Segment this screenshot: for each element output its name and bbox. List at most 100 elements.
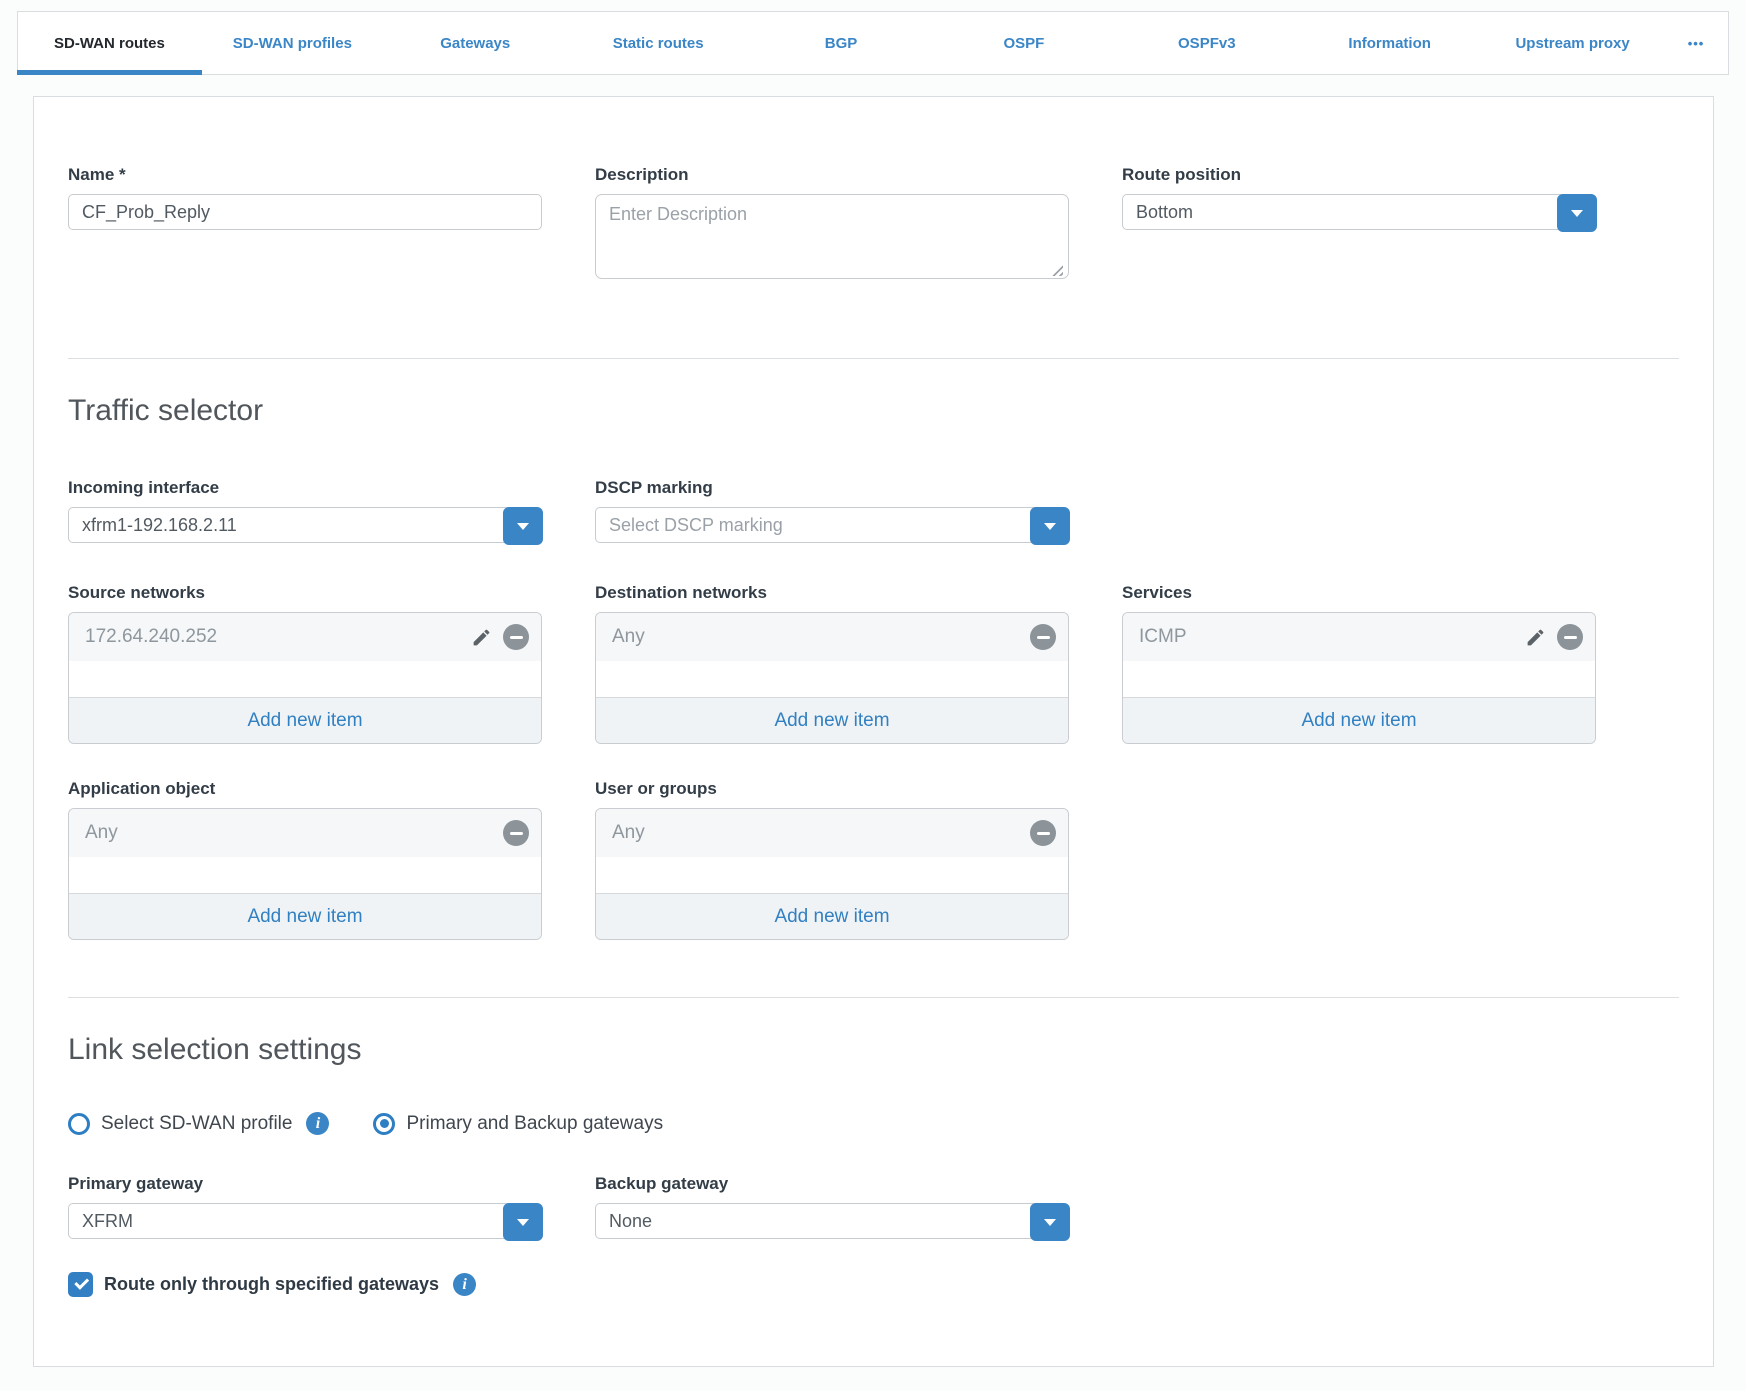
add-new-item-button[interactable]: Add new item (69, 893, 541, 939)
route-only-checkbox[interactable] (68, 1272, 93, 1297)
tab-ospfv3[interactable]: OSPFv3 (1115, 12, 1298, 74)
section-divider (68, 358, 1679, 359)
source-networks-group: Source networks 172.64.240.252 Add new i… (68, 583, 542, 744)
user-or-groups-label: User or groups (595, 779, 1069, 799)
remove-minus-icon[interactable] (1030, 820, 1056, 846)
radio-select-sdwan-profile[interactable] (68, 1113, 90, 1135)
remove-minus-icon[interactable] (1557, 624, 1583, 650)
info-icon[interactable]: i (453, 1273, 476, 1296)
tab-gateways[interactable]: Gateways (384, 12, 567, 74)
application-object-list: Any Add new item (68, 808, 542, 940)
more-tabs-icon[interactable]: ••• (1664, 12, 1728, 74)
name-input[interactable] (68, 194, 542, 230)
list-item-text: ICMP (1139, 626, 1187, 648)
dropdown-arrow-button[interactable] (1030, 507, 1070, 545)
backup-gateway-group: Backup gateway None (595, 1174, 1069, 1239)
general-fields-row: Name * Description Route position Bottom (68, 165, 1679, 284)
tab-sdwan-profiles[interactable]: SD-WAN profiles (201, 12, 384, 74)
destination-networks-list: Any Add new item (595, 612, 1069, 744)
incoming-interface-dropdown[interactable]: xfrm1-192.168.2.11 (68, 507, 542, 543)
services-label: Services (1122, 583, 1596, 603)
list-item-text: 172.64.240.252 (85, 626, 217, 648)
route-position-label: Route position (1122, 165, 1596, 185)
list-empty-space (596, 857, 1068, 893)
add-new-item-button[interactable]: Add new item (596, 697, 1068, 743)
remove-minus-icon[interactable] (503, 820, 529, 846)
list-empty-space (1123, 661, 1595, 697)
radio-primary-backup-gateways[interactable] (373, 1113, 395, 1135)
dscp-marking-dropdown[interactable]: Select DSCP marking (595, 507, 1069, 543)
user-or-groups-group: User or groups Any Add new item (595, 779, 1069, 940)
radio-primary-backup-gateways-label[interactable]: Primary and Backup gateways (406, 1113, 663, 1135)
backup-gateway-dropdown[interactable]: None (595, 1203, 1069, 1239)
application-row: Application object Any Add new item User… (68, 779, 1679, 940)
chevron-down-icon (1571, 210, 1583, 217)
incoming-interface-label: Incoming interface (68, 478, 542, 498)
tab-upstream-proxy[interactable]: Upstream proxy (1481, 12, 1664, 74)
section-divider (68, 997, 1679, 998)
list-empty-space (69, 661, 541, 697)
route-position-value: Bottom (1136, 202, 1193, 223)
list-empty-space (69, 857, 541, 893)
backup-gateway-label: Backup gateway (595, 1174, 1069, 1194)
route-only-label[interactable]: Route only through specified gateways (104, 1274, 439, 1295)
description-textarea[interactable] (595, 194, 1069, 279)
destination-networks-label: Destination networks (595, 583, 1069, 603)
dscp-marking-label: DSCP marking (595, 478, 1069, 498)
primary-gateway-label: Primary gateway (68, 1174, 542, 1194)
remove-minus-icon[interactable] (1030, 624, 1056, 650)
edit-pencil-icon[interactable] (471, 627, 492, 648)
gateways-row: Primary gateway XFRM Backup gateway None (68, 1174, 1679, 1239)
description-label: Description (595, 165, 1069, 185)
primary-gateway-dropdown[interactable]: XFRM (68, 1203, 542, 1239)
list-item-text: Any (612, 822, 645, 844)
dropdown-arrow-button[interactable] (1557, 194, 1597, 232)
list-item: ICMP (1123, 613, 1595, 661)
dropdown-arrow-button[interactable] (503, 1203, 543, 1241)
list-item-text: Any (85, 822, 118, 844)
list-item: 172.64.240.252 (69, 613, 541, 661)
edit-pencil-icon[interactable] (1525, 627, 1546, 648)
route-position-dropdown[interactable]: Bottom (1122, 194, 1596, 230)
dropdown-arrow-button[interactable] (1030, 1203, 1070, 1241)
services-list: ICMP Add new item (1122, 612, 1596, 744)
list-item: Any (596, 809, 1068, 857)
add-new-item-button[interactable]: Add new item (1123, 697, 1595, 743)
dscp-field-group: DSCP marking Select DSCP marking (595, 478, 1069, 543)
name-field-group: Name * (68, 165, 542, 284)
source-networks-list: 172.64.240.252 Add new item (68, 612, 542, 744)
add-new-item-button[interactable]: Add new item (596, 893, 1068, 939)
route-editor-panel: Name * Description Route position Bottom… (33, 96, 1714, 1367)
application-object-label: Application object (68, 779, 542, 799)
tab-sdwan-routes[interactable]: SD-WAN routes (18, 12, 201, 74)
primary-gateway-group: Primary gateway XFRM (68, 1174, 542, 1239)
list-empty-space (596, 661, 1068, 697)
destination-networks-group: Destination networks Any Add new item (595, 583, 1069, 744)
source-networks-label: Source networks (68, 583, 542, 603)
link-selection-heading: Link selection settings (68, 1034, 1679, 1066)
list-item: Any (596, 613, 1068, 661)
traffic-selector-heading: Traffic selector (68, 395, 1679, 427)
radio-select-sdwan-profile-label[interactable]: Select SD-WAN profile (101, 1113, 292, 1135)
tab-information[interactable]: Information (1298, 12, 1481, 74)
tab-bgp[interactable]: BGP (750, 12, 933, 74)
chevron-down-icon (517, 1219, 529, 1226)
dscp-marking-placeholder: Select DSCP marking (609, 515, 783, 536)
checkmark-icon (74, 1275, 89, 1290)
incoming-interface-field-group: Incoming interface xfrm1-192.168.2.11 (68, 478, 542, 543)
route-only-row: Route only through specified gateways i (68, 1272, 1679, 1297)
route-position-field-group: Route position Bottom (1122, 165, 1596, 284)
remove-minus-icon[interactable] (503, 624, 529, 650)
primary-gateway-value: XFRM (82, 1211, 133, 1232)
user-or-groups-list: Any Add new item (595, 808, 1069, 940)
dropdown-arrow-button[interactable] (503, 507, 543, 545)
chevron-down-icon (1044, 523, 1056, 530)
description-field-group: Description (595, 165, 1069, 284)
interface-row: Incoming interface xfrm1-192.168.2.11 DS… (68, 478, 1679, 543)
link-mode-radio-group: Select SD-WAN profile i Primary and Back… (68, 1112, 1679, 1135)
tab-ospf[interactable]: OSPF (932, 12, 1115, 74)
info-icon[interactable]: i (306, 1112, 329, 1135)
list-item: Any (69, 809, 541, 857)
add-new-item-button[interactable]: Add new item (69, 697, 541, 743)
tab-static-routes[interactable]: Static routes (567, 12, 750, 74)
